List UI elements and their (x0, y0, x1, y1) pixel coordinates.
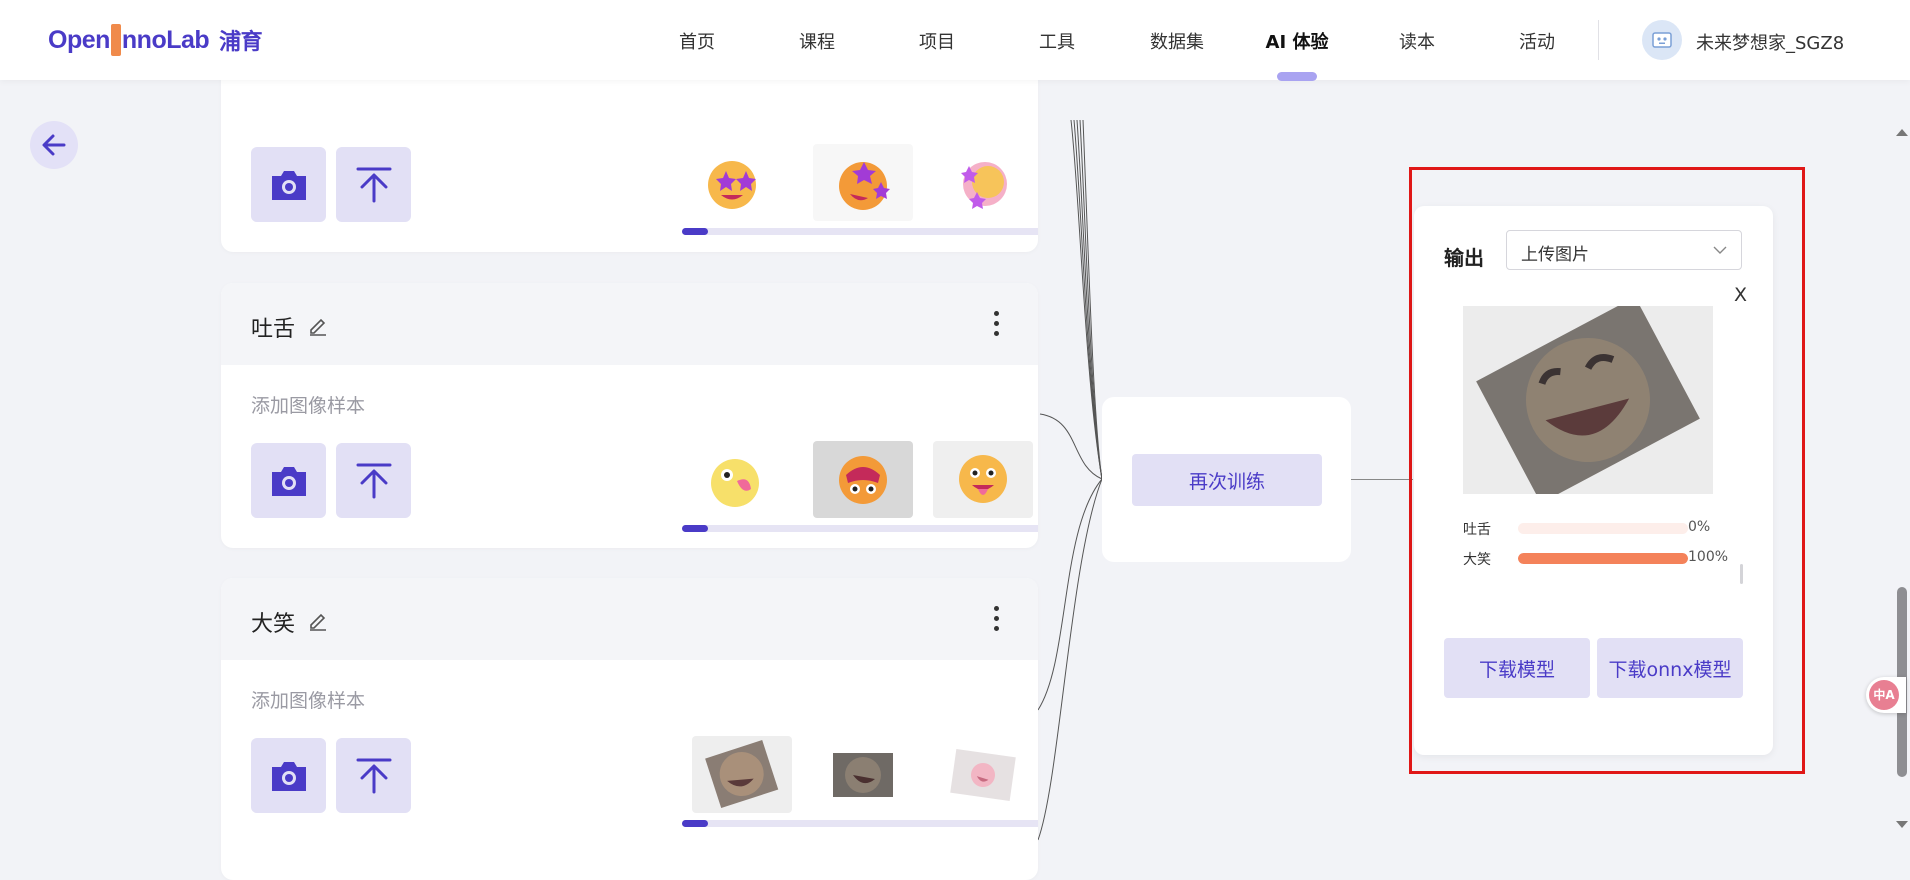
sample-strip (682, 441, 1038, 523)
laughing-photo (833, 752, 893, 797)
laughing-photo (1476, 306, 1700, 494)
nav-item-tools[interactable]: 工具 (1039, 28, 1075, 54)
scroll-up-arrow-icon[interactable] (1895, 127, 1909, 137)
camera-button[interactable] (251, 738, 326, 813)
prediction-percent: 100% (1688, 549, 1729, 565)
nav-item-datasets[interactable]: 数据集 (1150, 28, 1204, 54)
sample-scroll-thumb[interactable] (682, 525, 708, 532)
sample-thumbnail[interactable] (692, 736, 792, 813)
sample-scroll-thumb[interactable] (682, 228, 708, 235)
add-samples-label: 添加图像样本 (251, 690, 366, 712)
sample-scroll-thumb[interactable] (682, 820, 708, 827)
pencil-icon[interactable] (307, 609, 329, 631)
upload-button[interactable] (336, 443, 411, 518)
more-vertical-icon[interactable] (994, 606, 1000, 632)
sample-thumbnail[interactable] (933, 441, 1033, 518)
upload-arrow-icon (356, 758, 391, 793)
prediction-label: 大笑 (1463, 552, 1491, 568)
nav-item-activities[interactable]: 活动 (1519, 28, 1555, 54)
translate-icon: 中A (1869, 680, 1899, 710)
sample-thumbnail[interactable] (813, 736, 913, 813)
download-model-button[interactable]: 下载模型 (1444, 638, 1590, 698)
camera-icon (271, 170, 306, 200)
prediction-percent: 0% (1688, 519, 1711, 535)
nav-active-indicator (1277, 72, 1317, 81)
laughing-photo (705, 739, 779, 808)
translate-button[interactable]: 中A (1866, 677, 1906, 713)
workflow-canvas: 吐舌 添加图像样本 大笑 添加图像样本 再次训练 输出 上传图片 X 吐舌 0%… (0, 60, 1910, 880)
logo-text-open: Open (48, 25, 110, 54)
camera-button[interactable] (251, 443, 326, 518)
username[interactable]: 未来梦想家_SGZ8 (1696, 29, 1844, 55)
nav-item-courses[interactable]: 课程 (799, 28, 835, 54)
top-navigation-bar: Open nnoLab 浦育 首页 课程 项目 工具 数据集 AI 体验 读本 活… (0, 0, 1910, 81)
sample-thumbnail[interactable] (933, 144, 1033, 221)
camera-icon (271, 761, 306, 791)
logo-bar (110, 24, 121, 56)
sample-strip (682, 144, 1038, 226)
nav-divider (1598, 20, 1599, 60)
upload-button[interactable] (336, 738, 411, 813)
class-card-header: 吐舌 (221, 283, 1038, 365)
output-source-select[interactable]: 上传图片 (1506, 230, 1742, 270)
prediction-bar (1518, 553, 1688, 564)
output-panel: 输出 上传图片 X 吐舌 0% 大笑 100% 下载模型 下载onnx模型 (1414, 206, 1773, 755)
scroll-down-arrow-icon[interactable] (1895, 820, 1909, 830)
tongue-emoji (839, 455, 887, 504)
sample-thumbnail[interactable] (813, 441, 913, 518)
add-samples-label: 添加图像样本 (251, 395, 366, 417)
logo[interactable]: Open nnoLab 浦育 (48, 22, 263, 58)
tongue-emoji (959, 454, 1007, 503)
upload-arrow-icon (356, 167, 391, 202)
sample-scroll-track[interactable] (682, 820, 1038, 827)
class-card-laugh: 大笑 添加图像样本 (221, 578, 1038, 880)
prediction-label: 吐舌 (1463, 522, 1491, 538)
nav-item-home[interactable]: 首页 (679, 28, 715, 54)
sample-thumbnail[interactable] (933, 736, 1033, 813)
upload-button[interactable] (336, 147, 411, 222)
sample-scroll-track[interactable] (682, 228, 1038, 235)
nav-item-ai-experience[interactable]: AI 体验 (1266, 28, 1329, 54)
logo-brand-cn: 浦育 (219, 30, 263, 55)
class-title: 大笑 (251, 612, 296, 637)
output-label: 输出 (1444, 246, 1484, 270)
star-eyes-emoji (961, 161, 1007, 209)
sample-thumbnail[interactable] (813, 144, 913, 221)
star-eyes-emoji (708, 160, 756, 209)
sample-thumbnail[interactable] (682, 441, 782, 518)
download-onnx-button[interactable]: 下载onnx模型 (1597, 638, 1743, 698)
output-connector (1351, 479, 1413, 480)
class-card-star-eyes (221, 60, 1038, 252)
avatar[interactable] (1642, 20, 1682, 60)
prediction-scrollbar[interactable] (1740, 564, 1743, 584)
more-vertical-icon[interactable] (994, 311, 1000, 337)
camera-button[interactable] (251, 147, 326, 222)
sample-scroll-track[interactable] (682, 525, 1038, 532)
class-title: 吐舌 (251, 317, 296, 342)
pencil-icon[interactable] (307, 314, 329, 336)
output-source-value: 上传图片 (1521, 245, 1589, 265)
sample-strip (682, 736, 1038, 818)
retrain-button[interactable]: 再次训练 (1132, 454, 1322, 506)
prediction-fill (1518, 553, 1688, 564)
prediction-bar (1518, 523, 1688, 534)
upload-arrow-icon (356, 463, 391, 498)
training-node: 再次训练 (1102, 397, 1351, 562)
close-preview-button[interactable]: X (1734, 284, 1747, 306)
laughing-photo (950, 748, 1016, 801)
logo-text-innolab: nnoLab (121, 25, 210, 54)
star-eyes-emoji (839, 161, 890, 210)
class-card-header: 大笑 (221, 578, 1038, 660)
camera-icon (271, 466, 306, 496)
nav-item-readers[interactable]: 读本 (1399, 28, 1435, 54)
sample-thumbnail[interactable] (682, 144, 782, 221)
tongue-emoji (711, 458, 759, 507)
robot-avatar-icon (1652, 32, 1672, 48)
uploaded-image-preview (1463, 306, 1713, 494)
class-card-tongue: 吐舌 添加图像样本 (221, 283, 1038, 548)
chevron-down-icon (1713, 246, 1727, 254)
nav-item-projects[interactable]: 项目 (919, 28, 955, 54)
